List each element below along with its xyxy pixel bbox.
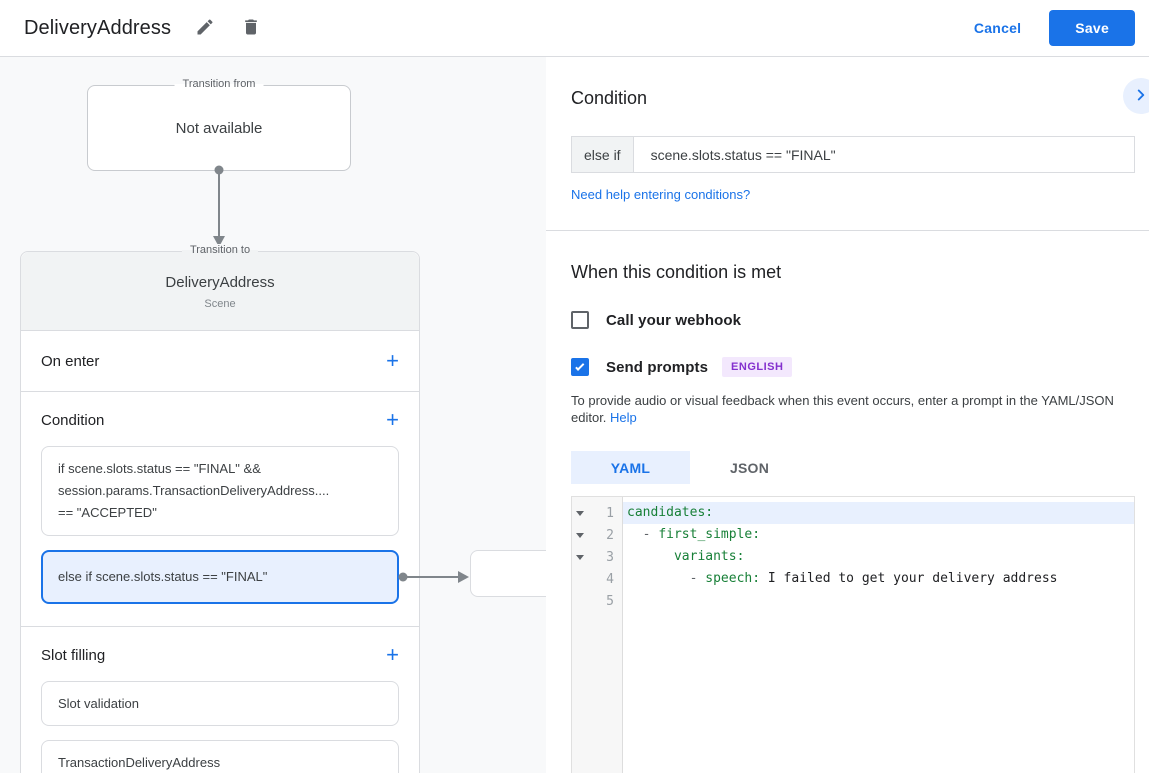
line-number: 5 xyxy=(606,593,614,609)
condition-line: if scene.slots.status == "FINAL" && xyxy=(58,461,261,476)
transition-target-box[interactable] xyxy=(470,550,546,597)
top-bar: DeliveryAddress Cancel Save xyxy=(0,0,1149,57)
cancel-button[interactable]: Cancel xyxy=(974,20,1021,36)
slot-filling-label: Slot filling xyxy=(41,646,106,664)
condition-line: else if scene.slots.status == "FINAL" xyxy=(58,569,268,584)
condition-detail-panel: Condition else if scene.slots.status == … xyxy=(546,57,1149,773)
gutter-row: 4 xyxy=(572,568,622,590)
add-on-enter-icon[interactable]: + xyxy=(386,350,399,372)
section-divider xyxy=(546,230,1149,231)
scene-editor-app: DeliveryAddress Cancel Save Transition f… xyxy=(0,0,1149,773)
add-condition-icon[interactable]: + xyxy=(386,409,399,431)
on-enter-label: On enter xyxy=(41,352,100,370)
delete-scene-button[interactable] xyxy=(239,16,263,40)
condition-expression-input[interactable]: else if scene.slots.status == "FINAL" xyxy=(571,136,1135,173)
pencil-icon xyxy=(195,17,215,40)
call-webhook-checkbox[interactable] xyxy=(571,311,589,329)
slot-validation-card[interactable]: Slot validation xyxy=(41,681,399,726)
send-prompts-row: Send prompts ENGLISH xyxy=(571,357,1135,377)
transition-to-label: Transition to xyxy=(181,244,259,256)
yaml-code-editor[interactable]: 1 2 3 4 5 candidates: - first_simple: va… xyxy=(571,496,1135,773)
tab-json[interactable]: JSON xyxy=(690,451,809,484)
editor-code-area[interactable]: candidates: - first_simple: variants: - … xyxy=(623,497,1134,773)
scene-type-label: Scene xyxy=(204,298,236,310)
condition-section-label: Condition xyxy=(41,411,105,429)
editor-tabs: YAML JSON xyxy=(571,451,1135,484)
gutter-row: 1 xyxy=(572,502,622,524)
code-line: variants: xyxy=(673,549,745,564)
scene-name: DeliveryAddress xyxy=(165,274,275,291)
panel-title: Condition xyxy=(571,88,648,108)
condition-section: Condition + if scene.slots.status == "FI… xyxy=(21,392,546,627)
line-number: 1 xyxy=(606,505,614,521)
flow-arrow-right xyxy=(398,571,469,583)
send-prompts-label: Send prompts xyxy=(606,358,709,376)
condition-expression-value[interactable]: scene.slots.status == "FINAL" xyxy=(634,137,1134,172)
prompt-description: To provide audio or visual feedback when… xyxy=(571,392,1135,426)
send-prompts-checkbox[interactable] xyxy=(571,358,589,376)
condition-line: == "ACCEPTED" xyxy=(58,505,157,520)
line-number: 3 xyxy=(606,549,614,565)
fold-toggle-icon[interactable] xyxy=(576,510,584,516)
checkmark-icon xyxy=(574,361,584,371)
call-webhook-row: Call your webhook xyxy=(571,311,1135,329)
slot-transaction-delivery-address-card[interactable]: TransactionDeliveryAddress xyxy=(41,740,399,773)
condition-card-else-if-selected[interactable]: else if scene.slots.status == "FINAL" xyxy=(41,550,546,604)
chevron-right-icon xyxy=(1132,86,1149,107)
transition-from-value: Not available xyxy=(175,119,263,137)
line-number: 4 xyxy=(606,571,614,587)
gutter-row: 3 xyxy=(572,546,622,568)
condition-card-if[interactable]: if scene.slots.status == "FINAL" && sess… xyxy=(41,446,399,536)
trash-icon xyxy=(241,17,261,40)
prompt-help-link[interactable]: Help xyxy=(610,410,637,425)
code-line: - speech: I failed to get your delivery … xyxy=(689,571,1058,586)
gutter-row: 2 xyxy=(572,524,622,546)
call-webhook-label: Call your webhook xyxy=(606,311,742,329)
scene-flow-canvas: Transition from Not available Transition… xyxy=(0,57,546,773)
tab-yaml[interactable]: YAML xyxy=(571,451,690,484)
save-button[interactable]: Save xyxy=(1049,10,1135,46)
page-title: DeliveryAddress xyxy=(24,16,172,39)
scene-card: Transition to DeliveryAddress Scene On e… xyxy=(20,244,546,773)
edit-title-button[interactable] xyxy=(193,16,217,40)
add-slot-icon[interactable]: + xyxy=(386,644,399,666)
editor-gutter: 1 2 3 4 5 xyxy=(572,497,623,773)
line-number: 2 xyxy=(606,527,614,543)
scene-card-header: Transition to DeliveryAddress Scene xyxy=(21,244,419,331)
condition-prefix: else if xyxy=(572,137,634,172)
condition-met-heading: When this condition is met xyxy=(571,262,782,282)
on-enter-row[interactable]: On enter + xyxy=(21,331,419,392)
flow-arrow-down xyxy=(213,165,225,247)
slot-filling-section: Slot filling + Slot validation Transacti… xyxy=(21,627,419,773)
language-badge: ENGLISH xyxy=(722,357,793,377)
condition-help-link[interactable]: Need help entering conditions? xyxy=(571,187,750,202)
gutter-row: 5 xyxy=(572,590,622,612)
transition-from-label: Transition from xyxy=(174,78,264,90)
prompt-description-text: To provide audio or visual feedback when… xyxy=(571,393,1114,425)
transition-from-box[interactable]: Transition from Not available xyxy=(87,78,351,247)
code-line: - first_simple: xyxy=(642,527,761,542)
condition-line: session.params.TransactionDeliveryAddres… xyxy=(58,483,330,498)
code-line: candidates: xyxy=(623,502,1134,524)
fold-toggle-icon[interactable] xyxy=(576,532,584,538)
fold-toggle-icon[interactable] xyxy=(576,554,584,560)
